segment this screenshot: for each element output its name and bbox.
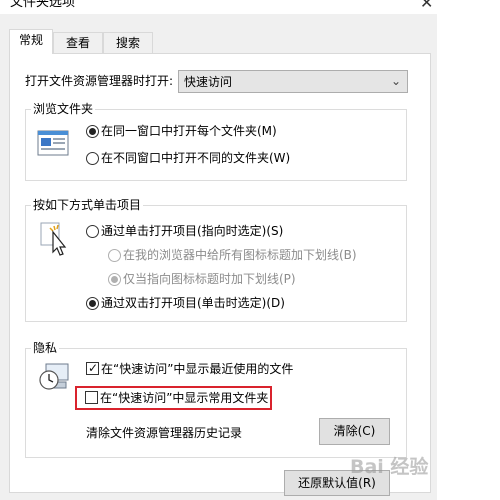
checkbox-show-recent-label: 在“快速访问”中显示最近使用的文件	[101, 362, 294, 376]
highlight-annotation	[75, 386, 272, 410]
tab-general[interactable]: 常规	[9, 29, 53, 54]
pointer-click-icon	[40, 222, 67, 256]
radio-new-window-label: 在不同窗口中打开不同的文件夹(W)	[101, 151, 291, 165]
watermark: Bai 经验	[350, 456, 429, 478]
radio-same-window[interactable]	[86, 125, 99, 138]
open-explorer-label: 打开文件资源管理器时打开:	[25, 74, 174, 88]
radio-double-click[interactable]	[86, 297, 99, 310]
radio-single-click[interactable]	[86, 225, 99, 238]
folder-window-icon	[37, 130, 69, 156]
click-items-title: 按如下方式单击项目	[31, 197, 144, 213]
clear-button-label: 清除(C)	[333, 424, 376, 438]
open-explorer-dropdown[interactable]: 快速访问 ⌄	[178, 70, 408, 93]
radio-underline-hover-label: 仅当指向图标标题时加下划线(P)	[123, 272, 296, 286]
tab-general-label: 常规	[18, 33, 43, 47]
radio-underline-all[interactable]	[108, 249, 121, 262]
tab-search-label: 搜索	[115, 36, 140, 50]
chevron-down-icon: ⌄	[390, 74, 401, 88]
radio-underline-hover[interactable]	[108, 273, 121, 286]
tab-view-label: 查看	[65, 36, 90, 50]
checkmark-icon: ✓	[88, 361, 99, 375]
open-explorer-selected: 快速访问	[184, 75, 233, 89]
radio-single-click-label: 通过单击打开项目(指向时选定)(S)	[101, 224, 284, 238]
clear-button[interactable]: 清除(C)	[319, 418, 390, 445]
radio-underline-all-label: 在我的浏览器中给所有图标标题加下划线(B)	[123, 248, 357, 262]
tab-view[interactable]: 查看	[53, 32, 103, 54]
radio-new-window[interactable]	[86, 152, 99, 165]
radio-double-click-label: 通过双击打开项目(单击时选定)(D)	[101, 296, 285, 310]
radio-same-window-label: 在同一窗口中打开每个文件夹(M)	[101, 124, 277, 138]
background-strip	[437, 0, 500, 500]
tab-search[interactable]: 搜索	[103, 32, 153, 54]
clear-history-label: 清除文件资源管理器历史记录	[86, 426, 243, 440]
privacy-title: 隐私	[31, 340, 60, 356]
window-title: 文件夹选项	[10, 0, 76, 10]
checkbox-show-recent[interactable]: ✓	[86, 361, 99, 375]
close-icon[interactable]: ✕	[420, 0, 433, 12]
privacy-clock-icon	[39, 363, 69, 390]
browse-folders-group	[25, 109, 407, 181]
browse-folders-title: 浏览文件夹	[31, 101, 96, 117]
title-bar: 文件夹选项 ✕	[0, 0, 500, 14]
